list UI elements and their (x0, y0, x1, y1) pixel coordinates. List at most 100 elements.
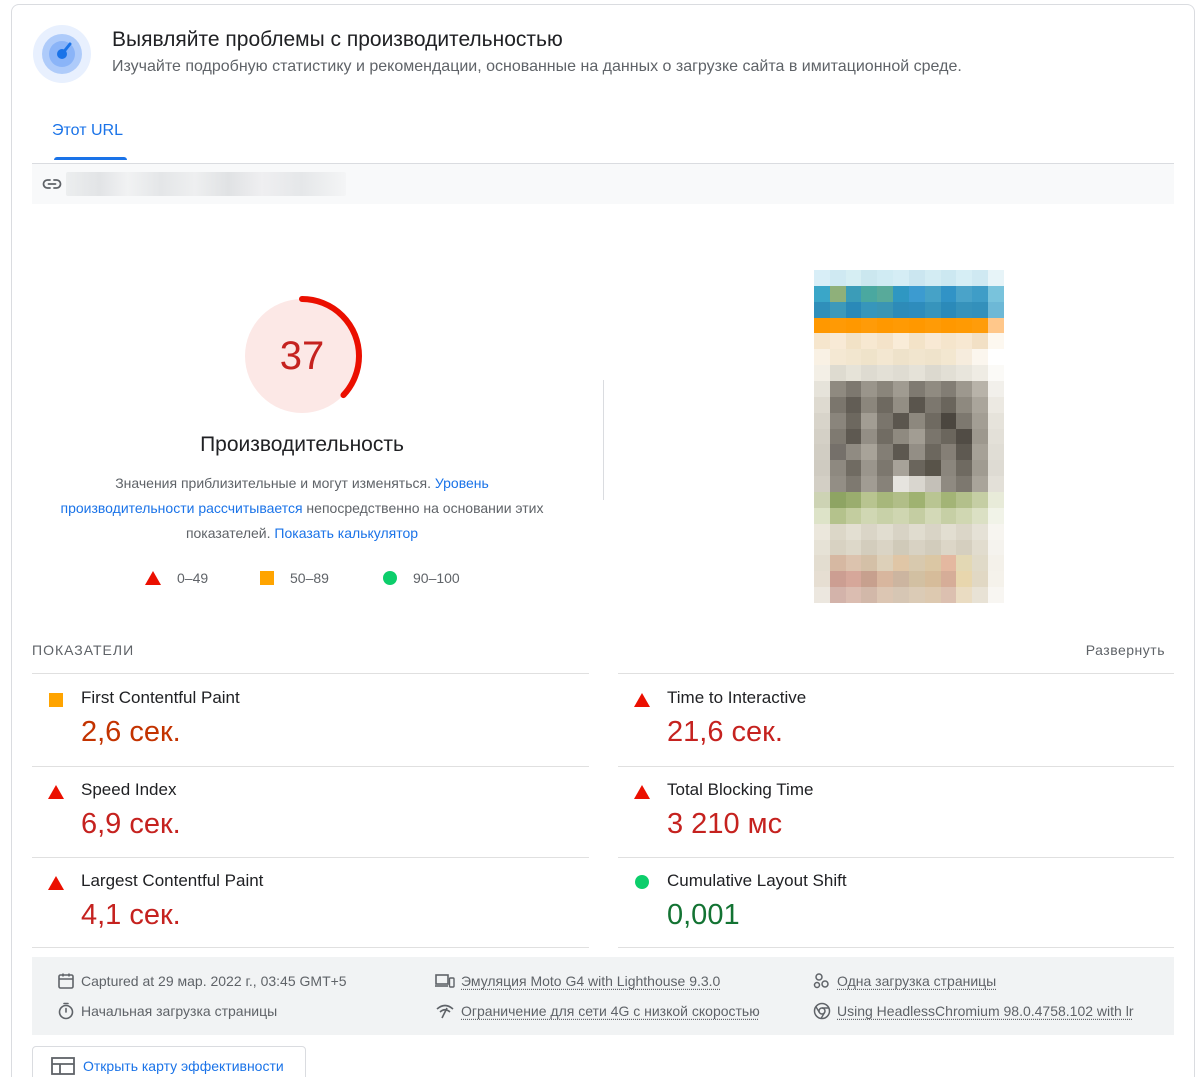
screenshot-pixel (814, 397, 830, 413)
screenshot-pixel (972, 460, 988, 476)
screenshot-pixel (988, 286, 1004, 302)
screenshot-pixel (846, 349, 862, 365)
screenshot-pixel (925, 429, 941, 445)
screenshot-pixel (814, 349, 830, 365)
screenshot-pixel (893, 397, 909, 413)
screenshot-pixel (893, 318, 909, 334)
screenshot-pixel (972, 318, 988, 334)
screenshot-pixel (846, 524, 862, 540)
link-icon (42, 176, 62, 192)
screenshot-pixel (877, 476, 893, 492)
treemap-icon (51, 1057, 75, 1075)
screenshot-pixel (861, 397, 877, 413)
initial-load-info: Начальная загрузка страницы (57, 1002, 277, 1020)
screenshot-pixel (877, 508, 893, 524)
screenshot-pixel (925, 365, 941, 381)
screenshot-pixel (877, 460, 893, 476)
screenshot-pixel (925, 413, 941, 429)
browser-info[interactable]: Using HeadlessChromium 98.0.4758.102 wit… (813, 1002, 1151, 1020)
tab-this-url[interactable]: Этот URL (52, 122, 123, 140)
screenshot-pixel (941, 460, 957, 476)
screenshot-pixel (877, 302, 893, 318)
screenshot-pixel (988, 397, 1004, 413)
screenshot-pixel (909, 302, 925, 318)
screenshot-pixel (925, 587, 941, 603)
screenshot-pixel (925, 460, 941, 476)
screenshot-pixel (877, 381, 893, 397)
emulation-info[interactable]: Эмуляция Moto G4 with Lighthouse 9.3.0 (435, 972, 755, 990)
screenshot-pixel (909, 444, 925, 460)
screenshot-pixel (861, 381, 877, 397)
screenshot-pixel (830, 302, 846, 318)
screenshot-pixel (988, 318, 1004, 334)
screenshot-pixel (909, 270, 925, 286)
screenshot-pixel (941, 413, 957, 429)
show-calculator-link[interactable]: Показать калькулятор (274, 525, 418, 541)
single-load-info[interactable]: Одна загрузка страницы (813, 972, 1113, 990)
screenshot-pixel (814, 492, 830, 508)
single-load-icon (813, 972, 831, 990)
screenshot-pixel (861, 508, 877, 524)
average-square-icon (49, 693, 63, 707)
performance-score: 37 (242, 296, 362, 416)
screenshot-pixel (909, 492, 925, 508)
fail-triangle-icon (634, 785, 650, 799)
screenshot-pixel (877, 429, 893, 445)
screenshot-pixel (877, 286, 893, 302)
screenshot-pixel (988, 508, 1004, 524)
network-signal-icon (435, 1002, 455, 1020)
screenshot-pixel (972, 270, 988, 286)
chrome-icon (813, 1002, 831, 1020)
final-screenshot (814, 270, 1004, 603)
screenshot-pixel (846, 381, 862, 397)
screenshot-pixel (941, 365, 957, 381)
screenshot-pixel (972, 555, 988, 571)
screenshot-pixel (956, 270, 972, 286)
screenshot-pixel (972, 333, 988, 349)
screenshot-pixel (861, 270, 877, 286)
screenshot-pixel (893, 508, 909, 524)
screenshot-pixel (925, 286, 941, 302)
screenshot-pixel (861, 571, 877, 587)
screenshot-pixel (861, 413, 877, 429)
screenshot-pixel (956, 476, 972, 492)
screenshot-pixel (861, 492, 877, 508)
screenshot-pixel (846, 365, 862, 381)
screenshot-pixel (814, 508, 830, 524)
screenshot-pixel (846, 476, 862, 492)
expand-view-button[interactable]: Развернуть (1086, 642, 1165, 658)
screenshot-pixel (925, 270, 941, 286)
screenshot-pixel (909, 587, 925, 603)
screenshot-pixel (972, 524, 988, 540)
metric-value: 2,6 сек. (81, 716, 181, 749)
open-treemap-button[interactable]: Открыть карту эффективности (32, 1046, 306, 1077)
fail-triangle-icon (145, 571, 161, 585)
screenshot-pixel (972, 365, 988, 381)
screenshot-pixel (830, 571, 846, 587)
screenshot-pixel (846, 508, 862, 524)
section-divider (603, 380, 604, 500)
screenshot-pixel (925, 492, 941, 508)
screenshot-pixel (846, 587, 862, 603)
screenshot-pixel (814, 444, 830, 460)
screenshot-pixel (988, 540, 1004, 556)
screenshot-pixel (988, 270, 1004, 286)
screenshot-pixel (846, 429, 862, 445)
screenshot-pixel (830, 333, 846, 349)
url-text-blurred (66, 172, 346, 196)
screenshot-pixel (877, 349, 893, 365)
screenshot-pixel (877, 571, 893, 587)
screenshot-pixel (941, 270, 957, 286)
screenshot-pixel (972, 492, 988, 508)
screenshot-pixel (909, 429, 925, 445)
metric-name: Largest Contentful Paint (81, 871, 263, 891)
screenshot-pixel (893, 349, 909, 365)
screenshot-pixel (941, 444, 957, 460)
pass-circle-icon (383, 571, 397, 585)
screenshot-pixel (925, 571, 941, 587)
screenshot-pixel (909, 524, 925, 540)
screenshot-pixel (861, 429, 877, 445)
screenshot-pixel (830, 524, 846, 540)
throttling-info[interactable]: Ограничение для сети 4G с низкой скорост… (435, 1002, 785, 1020)
metrics-divider (618, 947, 1174, 948)
